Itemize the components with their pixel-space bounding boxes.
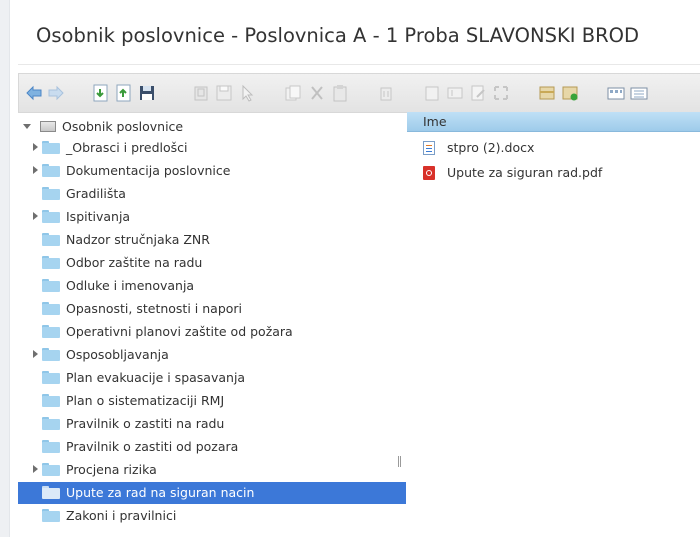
tree-item-label: Pravilnik o zastiti na radu bbox=[66, 416, 225, 431]
tree-item[interactable]: _Obrasci i predlošci bbox=[18, 137, 406, 159]
tree-item[interactable]: Pravilnik o zastiti na radu bbox=[18, 413, 406, 435]
tree-item-label: Plan o sistematizaciji RMJ bbox=[66, 393, 225, 408]
tree-item-label: Nadzor stručnjaka ZNR bbox=[66, 232, 210, 247]
tree-item[interactable]: Nadzor stručnjaka ZNR bbox=[18, 229, 406, 251]
save-disabled-icon[interactable] bbox=[214, 83, 234, 103]
tree-item-label: Odluke i imenovanja bbox=[66, 278, 195, 293]
tree-item[interactable]: Pravilnik o zastiti od pozara bbox=[18, 436, 406, 458]
tree-item[interactable]: Ispitivanja bbox=[18, 206, 406, 228]
delete-icon[interactable] bbox=[376, 83, 396, 103]
chevron-right-icon[interactable] bbox=[33, 350, 38, 358]
view-icons-icon[interactable] bbox=[606, 83, 626, 103]
toolbar bbox=[18, 73, 700, 113]
tree-item[interactable]: Dokumentacija poslovnice bbox=[18, 160, 406, 182]
archive-icon[interactable] bbox=[560, 83, 580, 103]
back-arrow-icon[interactable] bbox=[24, 83, 44, 103]
tree-item[interactable]: Zakoni i pravilnici bbox=[18, 505, 406, 527]
tree-root[interactable]: Osobnik poslovnice bbox=[18, 116, 406, 138]
cut-icon[interactable] bbox=[307, 83, 327, 103]
tree-item[interactable]: Odluke i imenovanja bbox=[18, 275, 406, 297]
copy-icon[interactable] bbox=[283, 83, 303, 103]
pointer-icon[interactable] bbox=[237, 83, 257, 103]
folder-icon bbox=[42, 187, 60, 200]
column-header-name[interactable]: Ime bbox=[407, 112, 700, 132]
folder-icon bbox=[42, 210, 60, 223]
chevron-right-icon[interactable] bbox=[33, 465, 38, 473]
tree-item-label: Dokumentacija poslovnice bbox=[66, 163, 231, 178]
rename-icon[interactable] bbox=[445, 83, 465, 103]
edit-icon[interactable] bbox=[468, 83, 488, 103]
file-row[interactable]: Upute za siguran rad.pdf bbox=[407, 162, 700, 184]
tree-item[interactable]: Upute za rad na siguran nacin bbox=[18, 482, 406, 504]
upload-icon[interactable] bbox=[114, 83, 134, 103]
tree-item-label: Operativni planovi zaštite od požara bbox=[66, 324, 293, 339]
chevron-right-icon[interactable] bbox=[33, 166, 38, 174]
tree-item-label: Procjena rizika bbox=[66, 462, 157, 477]
tree-item[interactable]: Opasnosti, stetnosti i napori bbox=[18, 298, 406, 320]
column-header-label: Ime bbox=[423, 114, 447, 129]
fullscreen-icon[interactable] bbox=[491, 83, 511, 103]
folder-icon bbox=[42, 371, 60, 384]
tree-item-label: Pravilnik o zastiti od pozara bbox=[66, 439, 239, 454]
tree-item[interactable]: Procjena rizika bbox=[18, 459, 406, 481]
chevron-right-icon[interactable] bbox=[33, 143, 38, 151]
folder-icon bbox=[42, 256, 60, 269]
folder-icon bbox=[42, 164, 60, 177]
forward-arrow-icon[interactable] bbox=[46, 83, 66, 103]
folder-icon bbox=[42, 509, 60, 522]
drive-icon bbox=[40, 121, 56, 132]
page-title: Osobnik poslovnice - Poslovnica A - 1 Pr… bbox=[36, 24, 640, 47]
file-name: stpro (2).docx bbox=[447, 140, 535, 155]
tree-item-label: Upute za rad na siguran nacin bbox=[66, 485, 255, 500]
download-icon[interactable] bbox=[91, 83, 111, 103]
tree-item[interactable]: Gradilišta bbox=[18, 183, 406, 205]
tree-item-label: Odbor zaštite na radu bbox=[66, 255, 203, 270]
tree-item-label: _Obrasci i predlošci bbox=[66, 140, 188, 155]
folder-icon bbox=[42, 325, 60, 338]
title-divider bbox=[18, 64, 700, 65]
folder-icon bbox=[42, 463, 60, 476]
splitter-handle[interactable] bbox=[398, 456, 399, 467]
tree-root-label: Osobnik poslovnice bbox=[62, 119, 184, 134]
view-list-icon[interactable] bbox=[629, 83, 649, 103]
tree-item-label: Osposobljavanja bbox=[66, 347, 169, 362]
folder-icon bbox=[42, 394, 60, 407]
folder-icon bbox=[42, 233, 60, 246]
paste-icon[interactable] bbox=[330, 83, 350, 103]
docx-file-icon bbox=[423, 141, 435, 155]
tree-item[interactable]: Plan o sistematizaciji RMJ bbox=[18, 390, 406, 412]
file-list: Ime stpro (2).docx Upute za siguran rad.… bbox=[407, 112, 700, 537]
extract-icon[interactable] bbox=[537, 83, 557, 103]
tree-item-label: Plan evakuacije i spasavanja bbox=[66, 370, 246, 385]
tree-item-label: Ispitivanja bbox=[66, 209, 131, 224]
left-edge bbox=[0, 0, 10, 537]
folder-icon bbox=[42, 440, 60, 453]
folder-tree: Osobnik poslovnice _Obrasci i predlošci D… bbox=[18, 112, 406, 537]
chevron-right-icon[interactable] bbox=[33, 212, 38, 220]
tree-item-label: Gradilišta bbox=[66, 186, 126, 201]
folder-icon bbox=[42, 302, 60, 315]
save-icon[interactable] bbox=[137, 83, 157, 103]
file-row[interactable]: stpro (2).docx bbox=[407, 137, 700, 159]
folder-icon bbox=[42, 348, 60, 361]
pdf-file-icon bbox=[423, 166, 435, 180]
folder-icon[interactable] bbox=[191, 83, 211, 103]
file-name: Upute za siguran rad.pdf bbox=[447, 165, 603, 180]
tree-item[interactable]: Operativni planovi zaštite od požara bbox=[18, 321, 406, 343]
tree-item-label: Zakoni i pravilnici bbox=[66, 508, 177, 523]
chevron-down-icon[interactable] bbox=[23, 124, 31, 129]
duplicate-icon[interactable] bbox=[422, 83, 442, 103]
tree-item-label: Opasnosti, stetnosti i napori bbox=[66, 301, 243, 316]
folder-icon bbox=[42, 141, 60, 154]
tree-item[interactable]: Plan evakuacije i spasavanja bbox=[18, 367, 406, 389]
folder-icon bbox=[42, 279, 60, 292]
folder-icon bbox=[42, 417, 60, 430]
tree-item[interactable]: Osposobljavanja bbox=[18, 344, 406, 366]
tree-item[interactable]: Odbor zaštite na radu bbox=[18, 252, 406, 274]
folder-open-icon bbox=[42, 486, 60, 499]
